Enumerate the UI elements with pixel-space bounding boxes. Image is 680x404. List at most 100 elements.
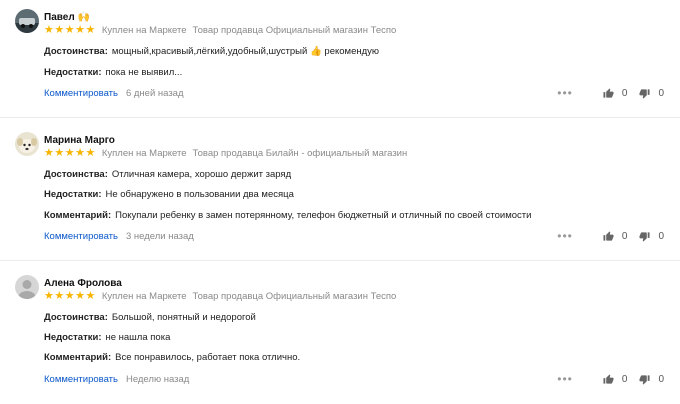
comment-link[interactable]: Комментировать — [44, 231, 118, 242]
rating-stars: ★ ★ ★ ★ ★ — [44, 148, 96, 159]
pros-label: Достоинства: — [44, 169, 108, 180]
cons-label: Недостатки: — [44, 67, 102, 78]
raised-hands-icon: 🙌 — [77, 12, 90, 23]
star-icon: ★ — [44, 147, 54, 159]
comment-label: Комментарий: — [44, 352, 112, 363]
review-meta: ★ ★ ★ ★ ★ Куплен на Маркете Товар продав… — [44, 25, 397, 37]
review-footer: Комментировать 3 недели назад — [44, 231, 194, 242]
pros-text: Отличная камера, хорошо держит заряд — [111, 169, 292, 180]
star-icon: ★ — [85, 290, 96, 302]
pros-line: Достоинства: Отличная камера, хорошо держ… — [44, 169, 291, 180]
author-name[interactable]: Алена Фролова — [44, 278, 122, 289]
like-count: 0 — [621, 87, 628, 99]
pros-label: Достоинства: — [44, 46, 108, 57]
like-count: 0 — [621, 373, 628, 385]
cons-line: Недостатки: Не обнаружено в пользовании д… — [44, 189, 294, 200]
rating-stars: ★ ★ ★ ★ ★ — [44, 25, 96, 36]
avatar[interactable] — [15, 9, 39, 33]
pros-label: Достоинства: — [44, 312, 108, 323]
thumbs-up-icon — [603, 373, 614, 384]
comment-link[interactable]: Комментировать — [44, 374, 118, 385]
thumbs-down-icon — [639, 231, 650, 242]
star-icon: ★ — [75, 147, 85, 159]
seller-label: Товар продавца Официальный магазин Теспо — [192, 25, 397, 36]
review-date: Неделю назад — [125, 374, 190, 385]
cons-text: пока не выявил... — [105, 67, 183, 78]
dislike-count: 0 — [658, 230, 664, 242]
review-card: Алена Фролова ★ ★ ★ ★ ★ Куплен на Маркет… — [0, 273, 680, 403]
review-actions: ••• 0 0 — [557, 86, 664, 100]
thumbs-down-icon — [639, 374, 650, 385]
cons-label: Недостатки: — [44, 189, 102, 200]
cons-label: Недостатки: — [44, 332, 102, 343]
dislike-count: 0 — [658, 87, 664, 99]
purchase-label: Куплен на Маркете — [101, 25, 187, 36]
star-icon: ★ — [85, 147, 96, 159]
dislike-count: 0 — [658, 373, 664, 385]
pros-text: Большой, понятный и недорогой — [111, 312, 256, 323]
like-count: 0 — [621, 230, 628, 242]
review-meta: ★ ★ ★ ★ ★ Куплен на Маркете Товар продав… — [44, 291, 397, 303]
seller-label: Товар продавца Официальный магазин Теспо — [192, 291, 397, 302]
seller-label: Товар продавца Билайн - официальный мага… — [192, 148, 408, 159]
review-date: 3 недели назад — [125, 231, 194, 242]
dislike-button[interactable]: 0 — [639, 88, 664, 99]
star-icon: ★ — [44, 290, 54, 302]
comment-text: Все понравилось, работает пока отлично. — [115, 352, 301, 363]
review-divider — [0, 117, 680, 118]
comment-line: Комментарий: Покупали ребенку в замен пот… — [44, 210, 531, 221]
review-footer: Комментировать Неделю назад — [44, 374, 189, 385]
cons-text: не нашла пока — [105, 332, 171, 343]
star-icon: ★ — [54, 24, 65, 36]
pros-line: Достоинства: Большой, понятный и недорого… — [44, 312, 256, 323]
avatar[interactable] — [15, 132, 39, 156]
purchase-label: Куплен на Маркете — [101, 291, 187, 302]
star-icon: ★ — [75, 290, 85, 302]
star-icon: ★ — [75, 24, 85, 36]
default-user-avatar-icon — [15, 275, 39, 299]
purchase-label: Куплен на Маркете — [101, 148, 187, 159]
more-options-icon[interactable]: ••• — [557, 86, 573, 100]
review-footer: Комментировать 6 дней назад — [44, 88, 184, 99]
comment-link[interactable]: Комментировать — [44, 88, 118, 99]
comment-label: Комментарий: — [44, 210, 112, 221]
star-icon: ★ — [54, 147, 65, 159]
pros-text: мощный,красивый,лёгкий,удобный,шустрый 👍… — [111, 46, 380, 57]
star-icon: ★ — [85, 24, 96, 36]
star-icon: ★ — [64, 290, 75, 302]
author-name-text: Алена Фролова — [44, 278, 122, 289]
cons-text: Не обнаружено в пользовании два месяца — [105, 189, 294, 200]
star-icon: ★ — [54, 290, 65, 302]
cons-line: Недостатки: пока не выявил... — [44, 67, 182, 78]
more-options-icon[interactable]: ••• — [557, 372, 573, 386]
like-button[interactable]: 0 — [603, 87, 628, 99]
review-divider — [0, 260, 680, 261]
review-date: 6 дней назад — [125, 88, 184, 99]
dislike-button[interactable]: 0 — [639, 231, 664, 242]
dislike-button[interactable]: 0 — [639, 374, 664, 385]
avatar[interactable] — [15, 275, 39, 299]
rating-stars: ★ ★ ★ ★ ★ — [44, 291, 96, 302]
star-icon: ★ — [64, 147, 75, 159]
review-card: Марина Марго ★ ★ ★ ★ ★ Куплен на Маркете… — [0, 130, 680, 260]
review-card: Павел 🙌 ★ ★ ★ ★ ★ Куплен на Маркете Това… — [0, 0, 680, 130]
review-actions: ••• 0 0 — [557, 229, 664, 243]
car-photo-avatar-icon — [15, 9, 39, 33]
review-meta: ★ ★ ★ ★ ★ Куплен на Маркете Товар продав… — [44, 148, 408, 160]
author-name-text: Павел — [44, 12, 75, 23]
star-icon: ★ — [44, 24, 54, 36]
comment-line: Комментарий: Все понравилось, работает по… — [44, 352, 300, 363]
thumbs-up-icon — [603, 230, 614, 241]
more-options-icon[interactable]: ••• — [557, 229, 573, 243]
like-button[interactable]: 0 — [603, 373, 628, 385]
author-name[interactable]: Павел 🙌 — [44, 12, 90, 23]
thumbs-down-icon — [639, 88, 650, 99]
cons-line: Недостатки: не нашла пока — [44, 332, 170, 343]
author-name[interactable]: Марина Марго — [44, 135, 115, 146]
pros-line: Достоинства: мощный,красивый,лёгкий,удобн… — [44, 46, 379, 57]
review-actions: ••• 0 0 — [557, 372, 664, 386]
star-icon: ★ — [64, 24, 75, 36]
comment-text: Покупали ребенку в замен потерянному, те… — [115, 210, 532, 221]
like-button[interactable]: 0 — [603, 230, 628, 242]
thumbs-up-icon — [603, 87, 614, 98]
